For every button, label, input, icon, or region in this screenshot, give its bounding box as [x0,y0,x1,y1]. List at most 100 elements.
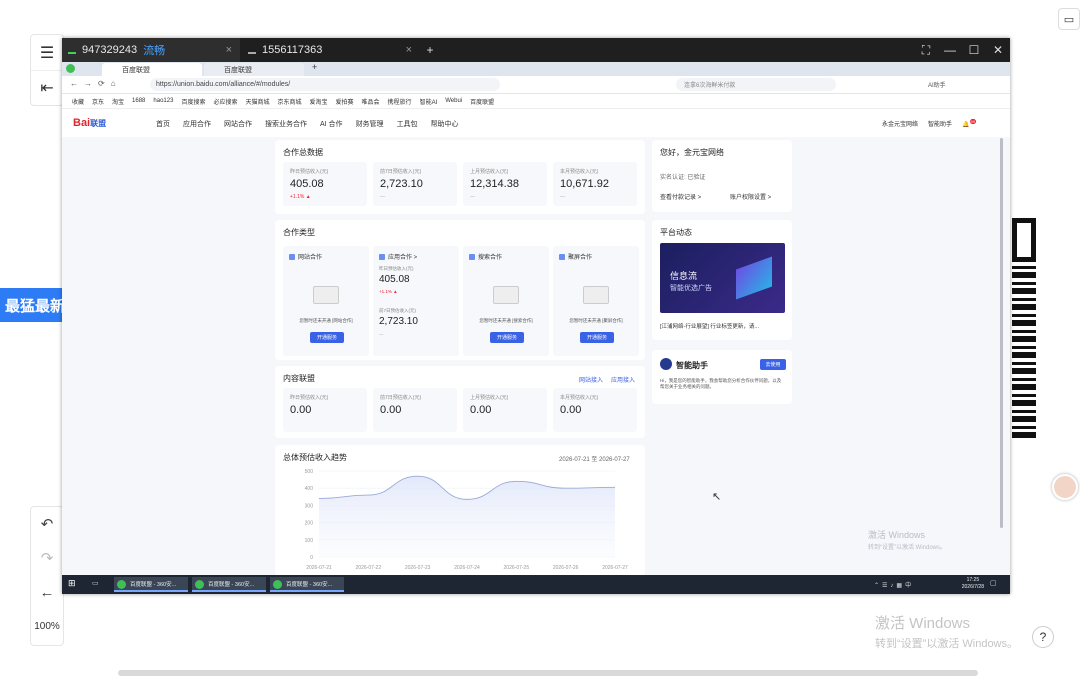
nav-site[interactable]: 网站合作 [224,119,252,129]
close-icon[interactable]: ✕ [986,43,1010,57]
x-tick-label: 2026-07-25 [504,565,530,571]
app-icon [379,253,385,260]
nav-help[interactable]: 帮助中心 [431,119,459,129]
bookmark-item[interactable]: 淘宝 [112,97,124,106]
payment-record-link[interactable]: 查看付款记录 > [660,192,701,201]
empty-illustration-icon [313,286,339,304]
site-header: Bai联盟 首页 应用合作 网站合作 搜索业务合作 AI 合作 财务管理 工具包… [62,109,1010,137]
viewer-edit-toolbar: ↶ ↷ ← 100% [30,506,64,646]
taskbar-item[interactable]: 百度联盟 - 360安... [270,577,344,592]
baidu-union-logo[interactable]: Bai联盟 [73,117,106,129]
open-service-button[interactable]: 开通服务 [490,332,524,343]
empty-illustration-icon [493,286,519,304]
back-icon[interactable]: ← [31,575,63,609]
redo-icon[interactable]: ↷ [31,541,63,575]
signal-icon [68,46,76,54]
horizontal-scrollbar[interactable] [118,670,978,676]
maximize-icon[interactable]: ☐ [962,43,986,57]
x-tick-label: 2026-07-26 [553,565,579,571]
list-icon[interactable]: ☰ [31,35,63,70]
help-icon[interactable]: ? [1032,626,1054,648]
minimize-icon[interactable]: — [938,43,962,57]
message-icon[interactable]: ▭ [1058,8,1080,30]
outline-icon[interactable]: ⇤ [31,70,63,105]
stat-box: 本月预估收入(元) 0.00 [553,388,637,432]
open-service-button[interactable]: 开通服务 [580,332,614,343]
windows-start-icon[interactable]: ⊞ [68,578,76,589]
url-input[interactable]: https://union.baidu.com/alliance/#/modul… [150,78,500,91]
account-card: 您好，金元宝网络 实名认证: 已验证 查看付款记录 > 账户权限设置 > [652,140,792,212]
assistant-avatar[interactable] [1052,474,1078,500]
fullscreen-icon[interactable]: ⛶ [914,43,938,58]
smart-assistant-link[interactable]: 智能助手 [928,119,952,128]
bookmark-item[interactable]: 天猫商城 [245,97,269,106]
nav-search[interactable]: 搜索业务合作 [265,119,307,129]
empty-illustration-icon [583,286,609,304]
main-nav: 首页 应用合作 网站合作 搜索业务合作 AI 合作 财务管理 工具包 帮助中心 [156,119,459,129]
bookmark-item[interactable]: Webui [445,98,462,104]
bell-icon[interactable]: 🔔99 [962,119,976,128]
coop-search: 搜索合作 您暂时还未开通 [搜索合作] 开通服务 [463,246,549,356]
bookmark-item[interactable]: 百度联盟 [470,97,494,106]
close-tab-icon[interactable]: × [406,44,412,56]
new-browser-tab-icon[interactable]: + [312,62,317,72]
x-tick-label: 2026-07-27 [602,565,628,571]
stat-box: 上月预估收入(元) 12,314.38 — [463,162,547,206]
browser-tab-1[interactable]: 百度联盟 [102,63,202,76]
nav-tools[interactable]: 工具包 [397,119,418,129]
taskbar-item[interactable]: 百度联盟 - 360安... [192,577,266,592]
x-tick-label: 2026-07-24 [454,565,480,571]
address-bar-row: ←→⟳⌂ https://union.baidu.com/alliance/#/… [62,76,1010,94]
bookmark-item[interactable]: hao123 [153,98,173,104]
zoom-level[interactable]: 100% [31,609,63,643]
side-promo-tab[interactable]: 最猛最新 [0,288,64,322]
task-view-icon[interactable]: ▭ [92,579,99,587]
remote-tab-2[interactable]: 1556117363 × [242,38,420,62]
use-assistant-button[interactable]: 去使用 [760,359,786,370]
bookmark-item[interactable]: 唯品会 [362,97,380,106]
trend-chart: 0 100 200 300 400 500 2026-07-21 2026-07-22 2026… [305,469,628,571]
nav-app[interactable]: 应用合作 [183,119,211,129]
platform-news-card: 平台动态 信息流 智能优选广告 [江浦网络-行业展望] 行业标签更新，请... [652,220,792,340]
taskbar-clock[interactable]: 17:25 2026/7/28 [962,577,984,591]
bookmark-item[interactable]: 百度搜索 [181,97,205,106]
card-title: 内容联盟 [283,374,315,383]
new-tab-icon[interactable]: + [418,38,442,62]
undo-icon[interactable]: ↶ [31,507,63,541]
bookmark-item[interactable]: 智能AI [420,97,438,106]
coop-site: 网站合作 您暂时还未开通 [网站合作] 开通服务 [283,246,369,356]
taskbar-item[interactable]: 百度联盟 - 360安... [114,577,188,592]
tray-icons[interactable]: ⌃☰♪▦中 [874,580,914,589]
promo-banner[interactable]: 信息流 智能优选广告 [660,243,785,313]
browser-search-input[interactable]: 连拿6次海鲜米付款 [676,78,836,91]
open-service-button[interactable]: 开通服务 [310,332,344,343]
nav-ai[interactable]: AI 合作 [320,119,343,129]
screen-icon [559,253,565,260]
notification-icon[interactable]: ▢ [990,579,997,587]
page-scrollbar[interactable] [1000,138,1003,528]
nav-finance[interactable]: 财务管理 [356,119,384,129]
news-item[interactable]: [江浦网络-行业展望] 行业标签更新，请... [660,322,759,330]
bookmark-item[interactable]: 京东 [92,97,104,106]
browser-tab-2[interactable]: 百度联盟 [204,63,304,76]
account-name[interactable]: 永金元宝网络 [882,119,918,128]
nav-buttons-icon[interactable]: ←→⟳⌂ [70,79,122,88]
stat-box: 前7日预估收入(元) 0.00 [373,388,457,432]
bookmark-item[interactable]: 必应搜索 [213,97,237,106]
close-tab-icon[interactable]: × [226,44,232,56]
bookmark-item[interactable]: 爱拍赛 [336,97,354,106]
coop-screen: 聚屏合作 您暂时还未开通 [聚屏合作] 开通服务 [553,246,639,356]
ai-assistant-label[interactable]: AI助手 [928,80,946,89]
remote-tab-1[interactable]: 947329243 流畅 × [62,38,240,62]
bookmark-item[interactable]: 爱淘宝 [310,97,328,106]
browser-tab-strip: 百度联盟 百度联盟 + [62,62,1010,76]
bookmark-item[interactable]: 携程旅行 [388,97,412,106]
bookmark-item[interactable]: 京东商城 [277,97,301,106]
bookmark-item[interactable]: 1688 [132,98,145,104]
site-access-link[interactable]: 网站接入 [579,375,603,384]
qr-corner [1012,218,1036,262]
bookmark-item[interactable]: 收藏 [72,97,84,106]
account-permission-link[interactable]: 账户权限设置 > [730,192,771,201]
app-access-link[interactable]: 应用接入 [611,375,635,384]
nav-home[interactable]: 首页 [156,119,170,129]
